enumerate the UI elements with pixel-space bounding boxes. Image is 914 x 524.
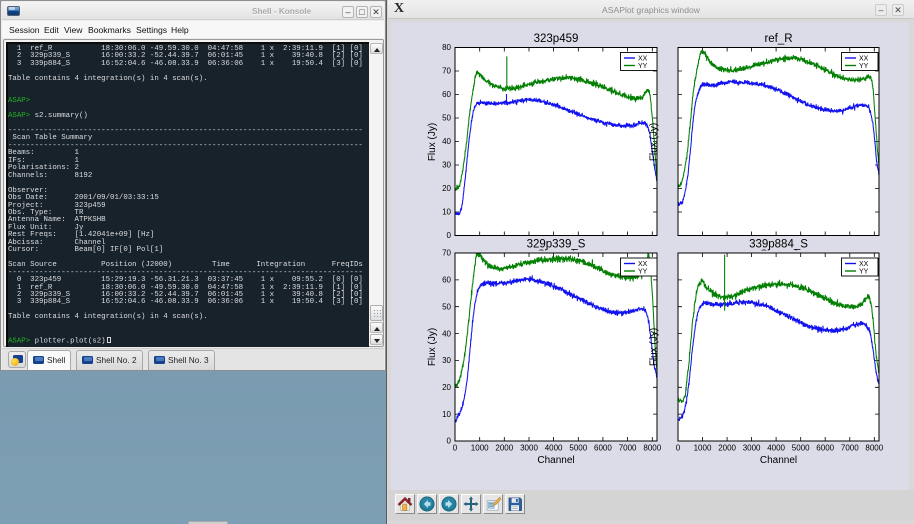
- svg-text:4000: 4000: [545, 444, 563, 453]
- svg-text:0: 0: [453, 444, 458, 453]
- svg-text:0: 0: [676, 444, 681, 453]
- svg-text:0: 0: [447, 437, 452, 446]
- svg-text:6000: 6000: [816, 444, 834, 453]
- svg-text:2000: 2000: [495, 444, 513, 453]
- svg-text:Flux (Jy): Flux (Jy): [427, 328, 438, 366]
- svg-text:0: 0: [447, 231, 452, 240]
- svg-text:7000: 7000: [841, 444, 859, 453]
- svg-text:10: 10: [442, 410, 451, 419]
- svg-text:5000: 5000: [792, 444, 810, 453]
- svg-text:1000: 1000: [471, 444, 489, 453]
- svg-text:323p459: 323p459: [534, 33, 579, 45]
- svg-text:3000: 3000: [743, 444, 761, 453]
- svg-text:XX: XX: [638, 261, 648, 268]
- svg-text:YY: YY: [638, 269, 648, 276]
- svg-text:2000: 2000: [718, 444, 736, 453]
- svg-text:40: 40: [442, 329, 451, 338]
- svg-text:4000: 4000: [767, 444, 785, 453]
- svg-text:XX: XX: [859, 261, 869, 268]
- svg-text:70: 70: [442, 249, 451, 258]
- svg-text:8000: 8000: [865, 444, 883, 453]
- svg-text:6000: 6000: [594, 444, 612, 453]
- svg-text:3000: 3000: [520, 444, 538, 453]
- svg-text:YY: YY: [859, 63, 869, 70]
- svg-text:80: 80: [442, 43, 451, 52]
- svg-text:50: 50: [442, 302, 451, 311]
- svg-text:8000: 8000: [643, 444, 661, 453]
- svg-text:10: 10: [442, 208, 451, 217]
- svg-text:20: 20: [442, 184, 451, 193]
- svg-text:30: 30: [442, 161, 451, 170]
- svg-text:XX: XX: [859, 56, 869, 63]
- svg-text:70: 70: [442, 67, 451, 76]
- svg-text:Channel: Channel: [760, 455, 797, 466]
- svg-text:Flux (Jy): Flux (Jy): [427, 123, 438, 161]
- svg-text:339p884_S: 339p884_S: [749, 239, 808, 251]
- svg-text:XX: XX: [638, 56, 648, 63]
- svg-text:1000: 1000: [694, 444, 712, 453]
- svg-text:30: 30: [442, 356, 451, 365]
- svg-text:329p339_S: 329p339_S: [527, 239, 586, 251]
- svg-text:20: 20: [442, 383, 451, 392]
- svg-text:Flux (Jy): Flux (Jy): [649, 123, 660, 161]
- svg-text:Channel: Channel: [537, 455, 574, 466]
- svg-text:7000: 7000: [619, 444, 637, 453]
- svg-text:YY: YY: [859, 269, 869, 276]
- svg-text:5000: 5000: [569, 444, 587, 453]
- svg-text:50: 50: [442, 114, 451, 123]
- svg-text:Flux (Jy): Flux (Jy): [649, 328, 660, 366]
- svg-text:ref_R: ref_R: [764, 33, 792, 45]
- svg-text:60: 60: [442, 276, 451, 285]
- svg-text:YY: YY: [638, 63, 648, 70]
- svg-text:60: 60: [442, 90, 451, 99]
- svg-text:40: 40: [442, 137, 451, 146]
